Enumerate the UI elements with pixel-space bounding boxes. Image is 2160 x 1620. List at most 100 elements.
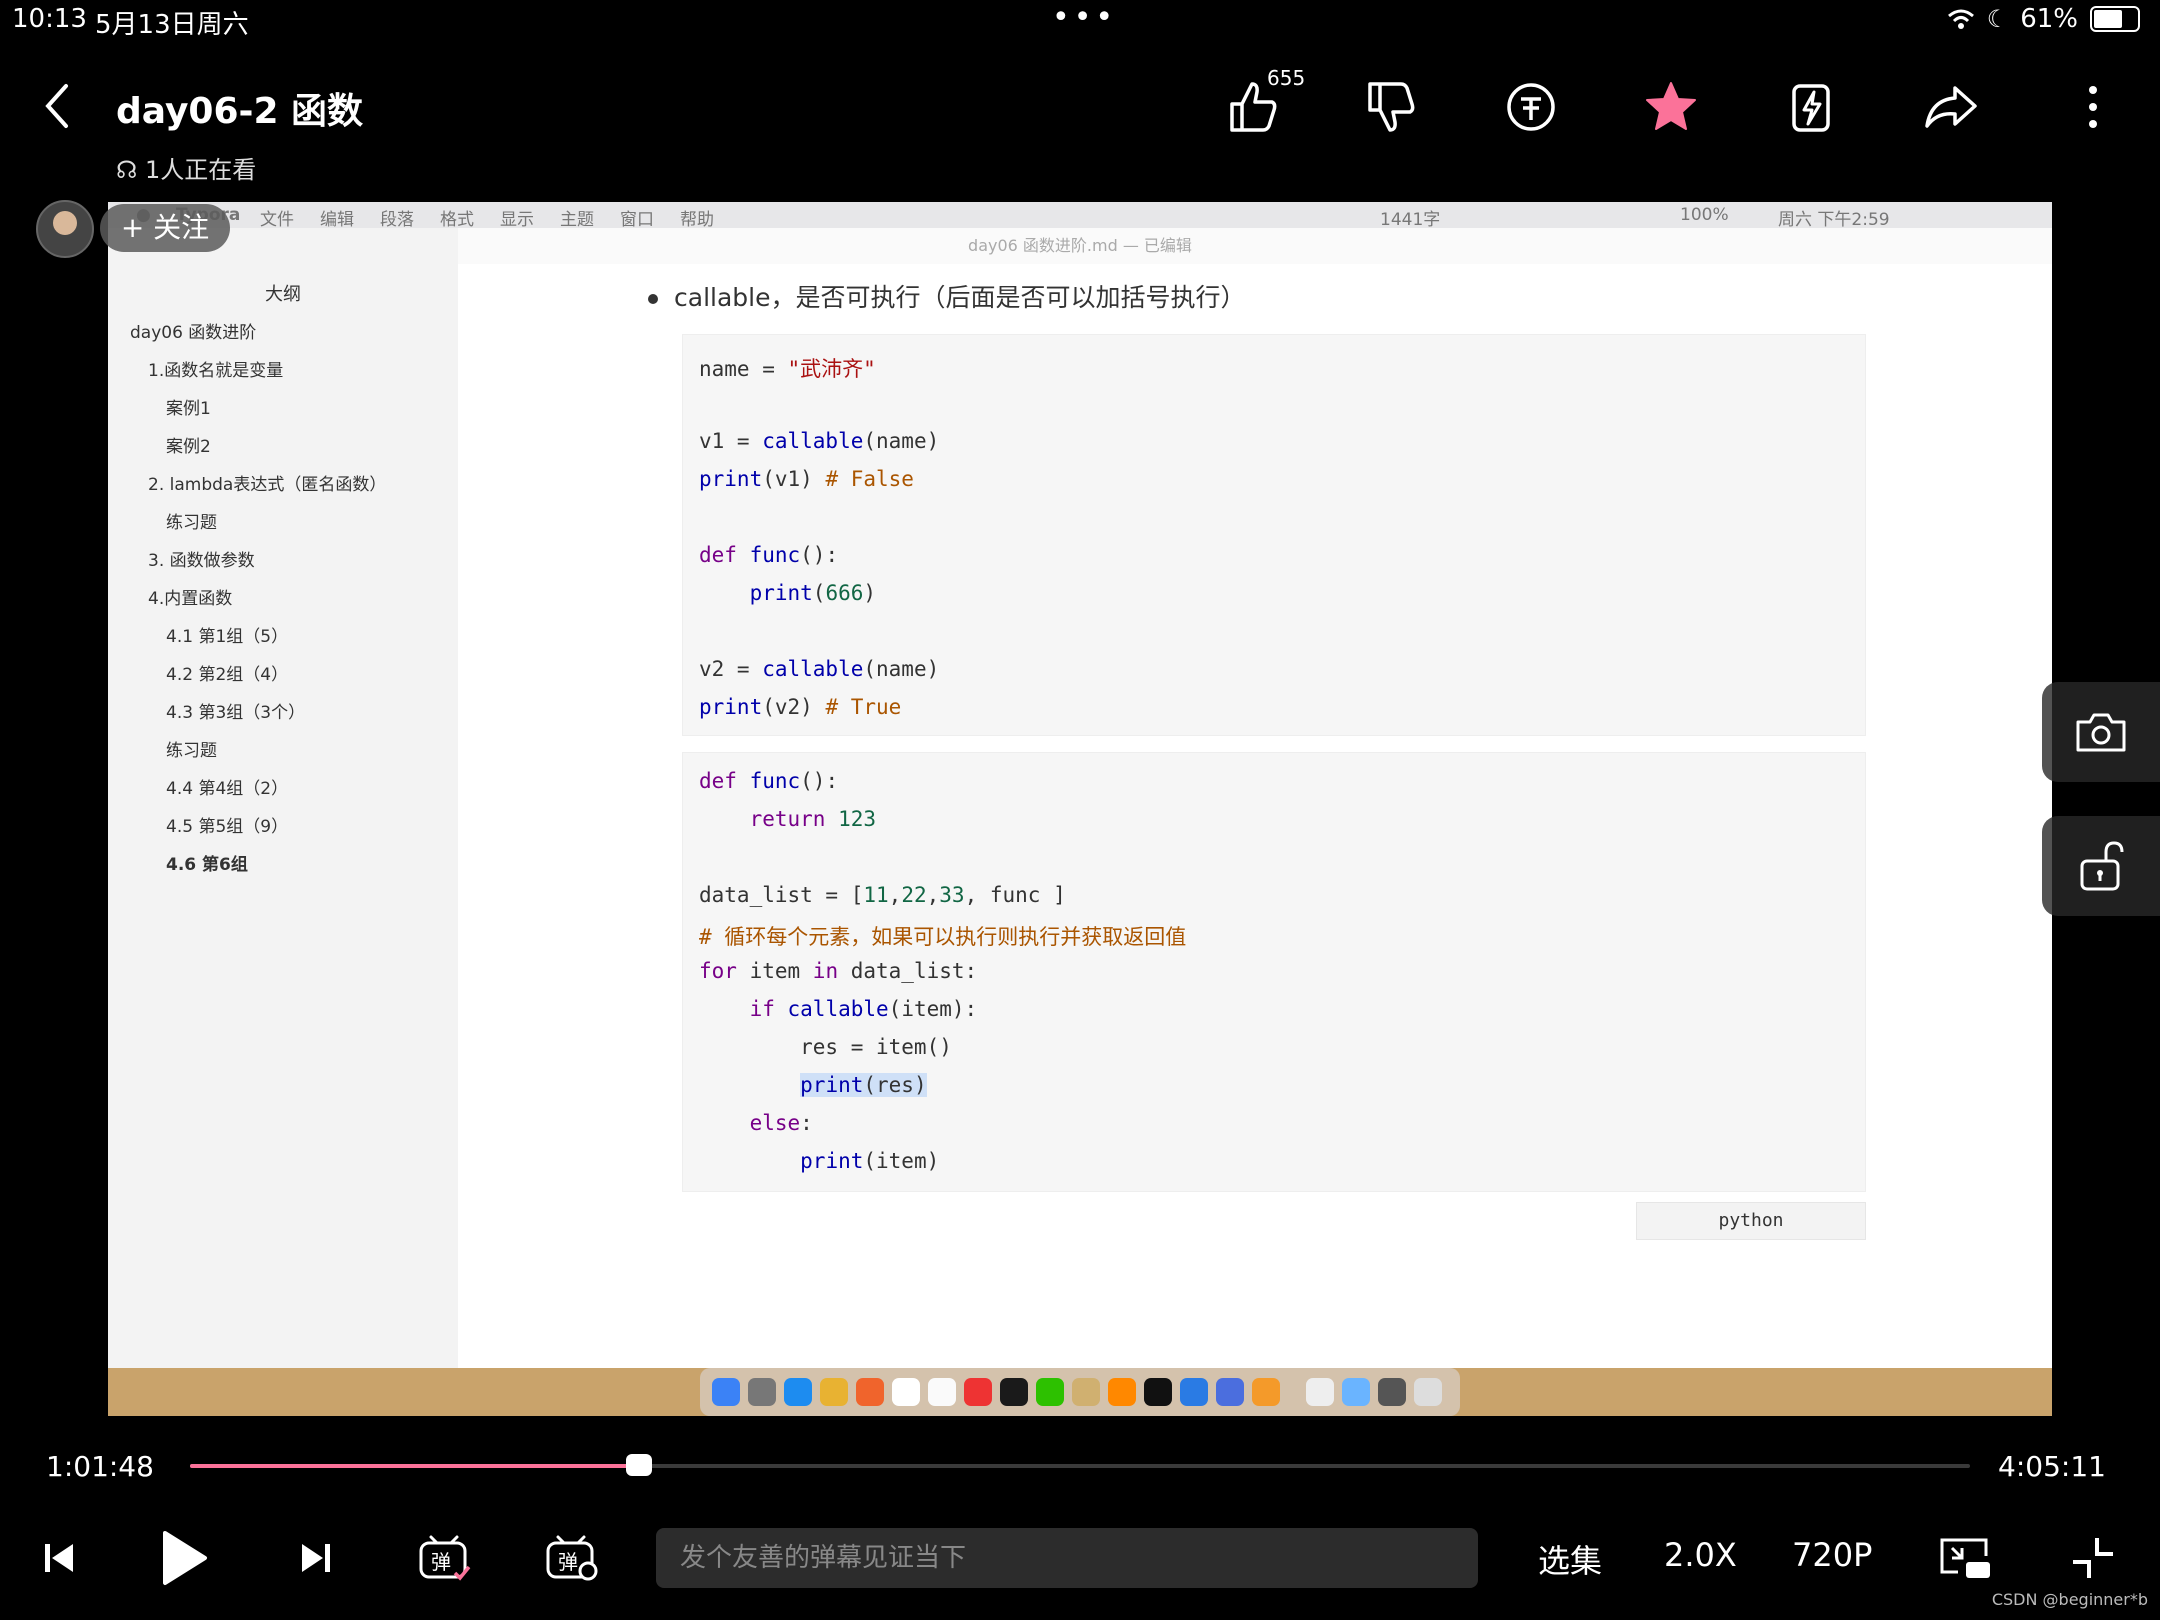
coin-icon xyxy=(1507,83,1555,131)
zoom-percent: 100% xyxy=(1680,205,1729,225)
menu-item: 主题 xyxy=(560,210,594,230)
menu-item: 窗口 xyxy=(620,210,654,230)
menu-item: 编辑 xyxy=(320,210,354,230)
code-line: name = "武沛齐" xyxy=(699,357,876,381)
share-arrow-icon xyxy=(1925,86,1977,128)
code-block-2: def func(): return 123 data_list = [11,2… xyxy=(682,752,1866,1192)
uploader-avatar[interactable] xyxy=(36,200,94,258)
sublime-icon xyxy=(1108,1378,1136,1406)
share-button[interactable] xyxy=(1916,72,1986,142)
downloads-folder-icon xyxy=(1342,1378,1370,1406)
xcode-icon xyxy=(1180,1378,1208,1406)
menu-item: 文件 xyxy=(260,210,294,230)
quality-button[interactable]: 720P xyxy=(1792,1536,1872,1574)
next-button[interactable] xyxy=(296,1520,336,1596)
menu-item: 显示 xyxy=(500,210,534,230)
code-comment: # 循环每个元素，如果可以执行则执行并获取返回值 xyxy=(699,925,1187,949)
code-line: for item in data_list: xyxy=(699,959,978,983)
play-icon xyxy=(163,1531,207,1585)
video-frame[interactable]: ● Typora 文件 编辑 段落 格式 显示 主题 窗口 帮助 1441字 1… xyxy=(108,202,2052,1416)
outline-sidebar: 大纲 day06 函数进阶 1.函数名就是变量 案例1 案例2 2. lambd… xyxy=(108,228,458,1368)
thumbs-down-icon xyxy=(1368,82,1415,132)
code-language-label: python xyxy=(1636,1202,1866,1240)
chevron-left-icon xyxy=(45,84,68,128)
code-line-highlighted: print(res) xyxy=(800,1073,927,1097)
pip-button[interactable] xyxy=(1936,1520,1994,1596)
exit-fullscreen-icon xyxy=(2073,1538,2113,1578)
outline-item: 练习题 xyxy=(166,513,217,533)
outline-item: 4.5 第5组（9） xyxy=(166,817,289,837)
wifi-icon xyxy=(1947,9,1974,29)
current-time: 1:01:48 xyxy=(46,1450,154,1483)
watching-text: 1人正在看 xyxy=(144,156,257,184)
mac-dock xyxy=(700,1368,1460,1416)
charge-button[interactable] xyxy=(1776,72,1846,142)
lock-screen-button[interactable] xyxy=(2042,816,2160,916)
danmaku-toggle-button[interactable]: 弹 xyxy=(414,1520,474,1596)
progress-bar[interactable] xyxy=(190,1454,1970,1476)
outline-item: 4.2 第2组（4） xyxy=(166,665,289,685)
play-button[interactable] xyxy=(154,1520,214,1596)
code-line: if callable(item): xyxy=(749,997,978,1021)
danmaku-settings-button[interactable]: 弹 xyxy=(542,1520,602,1596)
pycharm-icon xyxy=(1000,1378,1028,1406)
word-count: 1441字 xyxy=(1380,210,1441,230)
viewers-icon: ☊ xyxy=(116,156,138,184)
progress-thumb[interactable] xyxy=(625,1454,652,1476)
status-date: 5月13日周六 xyxy=(95,10,249,40)
outline-item: 练习题 xyxy=(166,741,217,761)
safari-icon xyxy=(784,1378,812,1406)
finder-icon xyxy=(712,1378,740,1406)
more-button[interactable] xyxy=(2058,72,2128,142)
code-line: def func(): xyxy=(699,769,839,793)
calendar-icon xyxy=(928,1378,956,1406)
episodes-button[interactable]: 选集 xyxy=(1538,1536,1602,1582)
exit-fullscreen-button[interactable] xyxy=(2068,1520,2118,1596)
favorite-button[interactable] xyxy=(1636,72,1706,142)
battery-percent: 61% xyxy=(2020,4,2078,34)
follow-button[interactable]: + 关注 xyxy=(100,204,230,252)
code-line: def func(): xyxy=(699,543,839,567)
screenshot-button[interactable] xyxy=(2042,682,2160,782)
total-time: 4:05:11 xyxy=(1998,1450,2106,1483)
outline-item: 4.4 第4组（2） xyxy=(166,779,289,799)
svg-text:弹: 弹 xyxy=(431,1550,451,1574)
bullet-label: callable，是否可执行（后面是否可以加括号执行） xyxy=(674,283,1246,312)
mac-clock: 周六 下午2:59 xyxy=(1778,210,1890,230)
outline-item: day06 函数进阶 xyxy=(130,323,257,343)
code-line: print(v1) # False xyxy=(699,467,914,491)
outline-item: 4.内置函数 xyxy=(148,589,233,609)
multitask-dots-icon[interactable]: ••• xyxy=(1052,0,1117,35)
outline-item: 3. 函数做参数 xyxy=(148,551,255,571)
mac-menu-bar: ● Typora 文件 编辑 段落 格式 显示 主题 窗口 帮助 1441字 1… xyxy=(108,202,2052,230)
stack-icon xyxy=(1378,1378,1406,1406)
outline-item: 4.3 第3组（3个） xyxy=(166,703,306,723)
coin-button[interactable] xyxy=(1496,72,1566,142)
menu-item: 帮助 xyxy=(680,210,714,230)
watching-count: ☊ 1人正在看 xyxy=(116,150,256,185)
unlock-icon xyxy=(2080,841,2124,891)
previous-button[interactable] xyxy=(36,1520,82,1596)
more-vertical-icon xyxy=(2089,86,2097,128)
lightning-icon xyxy=(1792,84,1830,132)
code-line: v2 = callable(name) xyxy=(699,657,940,681)
moon-icon: ☾ xyxy=(1986,5,2009,33)
danmaku-settings-icon: 弹 xyxy=(546,1535,598,1581)
speed-button[interactable]: 2.0X xyxy=(1664,1536,1737,1574)
outline-item: 案例2 xyxy=(166,437,211,457)
launchpad-icon xyxy=(748,1378,776,1406)
keynote-icon xyxy=(1072,1378,1100,1406)
back-button[interactable] xyxy=(38,78,78,138)
video-title: day06-2 函数 xyxy=(116,91,364,132)
like-count: 655 xyxy=(1267,66,1306,90)
music-app-icon xyxy=(964,1378,992,1406)
record-app-icon xyxy=(1252,1378,1280,1406)
dislike-button[interactable] xyxy=(1356,72,1426,142)
firefox-icon xyxy=(856,1378,884,1406)
code-block-1: name = "武沛齐" v1 = callable(name) print(v… xyxy=(682,334,1866,736)
typora-icon xyxy=(892,1378,920,1406)
camera-icon xyxy=(2076,713,2126,752)
danmaku-input[interactable]: 发个友善的弹幕见证当下 xyxy=(656,1528,1478,1588)
danmaku-on-icon: 弹 xyxy=(419,1535,471,1581)
code-line: v1 = callable(name) xyxy=(699,429,940,453)
